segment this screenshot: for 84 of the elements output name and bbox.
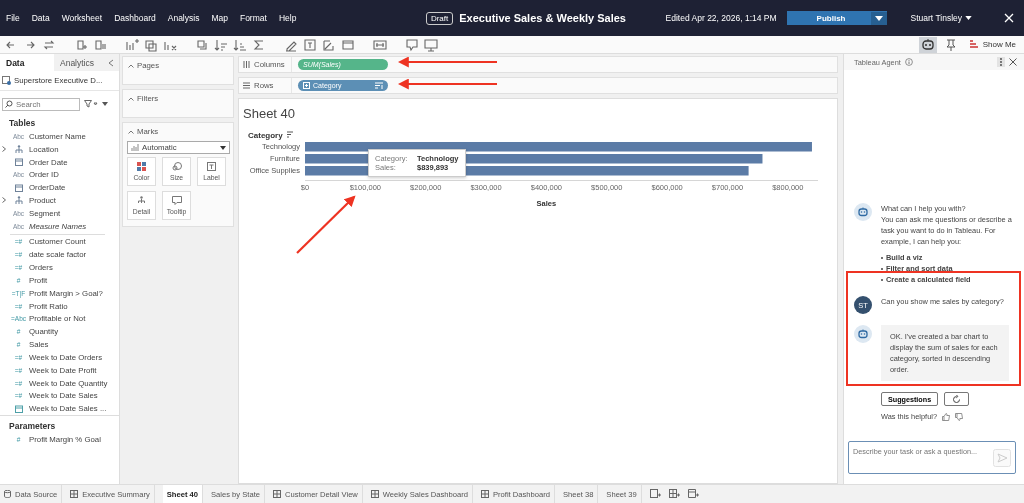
expand-icon[interactable]: [2, 146, 6, 153]
collapse-icon[interactable]: [128, 129, 134, 134]
chart-copy-icon[interactable]: [144, 37, 158, 52]
menu-item[interactable]: Worksheet: [61, 13, 103, 23]
info-icon[interactable]: [904, 58, 913, 66]
collapse-icon[interactable]: [108, 58, 114, 67]
bar-chart-icon: [968, 39, 979, 50]
hierarchy-icon: [14, 145, 23, 154]
edited-timestamp: Edited Apr 22, 2026, 1:14 PM: [665, 13, 777, 23]
menu-item[interactable]: Map: [211, 13, 228, 23]
show-me-button[interactable]: Show Me: [964, 39, 1020, 50]
pin-icon[interactable]: [944, 37, 957, 52]
menu-item[interactable]: Help: [278, 13, 297, 23]
collapse-icon[interactable]: [128, 63, 134, 68]
pencil-icon[interactable]: [322, 37, 336, 52]
chart-add-icon[interactable]: [125, 37, 139, 52]
publish-button[interactable]: Publish: [786, 11, 887, 25]
calendar-icon: [14, 183, 23, 192]
annotation-arrow: [296, 195, 356, 254]
filter-icon[interactable]: [84, 100, 98, 109]
hierarchy-icon: [137, 196, 146, 205]
robot-avatar-icon: [854, 325, 872, 343]
new-sheet-icon[interactable]: [649, 489, 661, 499]
caret-icon: [220, 145, 226, 150]
frame-icon[interactable]: [341, 37, 355, 52]
database-icon: [2, 75, 11, 85]
workbook-title: Executive Sales & Weekly Sales: [459, 12, 626, 24]
plus-box-icon: [303, 82, 310, 89]
refresh-button[interactable]: [944, 392, 970, 406]
collapse-icon[interactable]: [128, 96, 134, 101]
hierarchy-icon: [14, 196, 23, 205]
robot-avatar-icon: [854, 203, 872, 221]
text-box-icon: [207, 162, 216, 171]
pane-tab[interactable]: Data: [0, 54, 54, 71]
new-dashboard-icon[interactable]: [668, 489, 680, 499]
database-icon: [4, 490, 11, 498]
database-add-icon[interactable]: [74, 37, 88, 52]
draft-badge: Draft: [425, 11, 454, 25]
presentation-icon[interactable]: [424, 37, 438, 52]
thumbs-down-icon[interactable]: [955, 412, 963, 421]
sheet-title: Sheet 40: [243, 106, 297, 121]
text-box-icon[interactable]: [303, 37, 317, 52]
menu-item[interactable]: Dashboard: [114, 13, 156, 23]
refresh-icon: [952, 394, 962, 404]
color-dots-icon: [137, 162, 146, 171]
tooltip-icon[interactable]: [405, 37, 419, 52]
sort-descending-icon[interactable]: [233, 37, 247, 52]
user-menu[interactable]: Stuart Tinsley: [904, 12, 978, 24]
bar-chart-icon: [131, 144, 139, 151]
section-heading: Parameters: [8, 420, 57, 434]
sort-icon[interactable]: [286, 131, 294, 138]
speech-bubble-icon: [171, 196, 182, 205]
calendar-icon: [14, 158, 23, 166]
more-icon[interactable]: [997, 57, 1005, 67]
menu-item[interactable]: Format: [239, 13, 267, 23]
circles-icon: [171, 162, 182, 171]
rows-icon: [243, 82, 250, 89]
menu-item[interactable]: Data: [31, 13, 50, 23]
menu-item[interactable]: Analysis: [167, 13, 200, 23]
search-icon: [5, 100, 13, 109]
grid-icon: [370, 490, 379, 498]
caret-icon: [870, 11, 887, 25]
sigma-icon[interactable]: [252, 37, 266, 52]
sort-icon: [375, 82, 383, 89]
swap-axes-icon[interactable]: [195, 37, 209, 52]
columns-icon: [243, 61, 250, 68]
bar[interactable]: [305, 142, 812, 152]
grid-icon: [480, 490, 489, 498]
section-heading: Tables: [8, 116, 37, 130]
expand-icon[interactable]: [2, 197, 6, 204]
menu-item[interactable]: File: [6, 13, 20, 23]
grid-icon: [272, 490, 281, 498]
new-story-icon[interactable]: [687, 489, 699, 499]
robot-icon[interactable]: [918, 36, 937, 53]
fit-width-icon[interactable]: [373, 37, 387, 52]
grid-icon: [70, 490, 79, 498]
caret-icon[interactable]: [102, 102, 108, 107]
thumbs-up-icon[interactable]: [942, 412, 950, 421]
calendar-icon: [14, 404, 23, 413]
caret-icon: [965, 16, 972, 20]
axis-title: Category: [248, 131, 283, 140]
sort-ascending-icon[interactable]: [214, 37, 228, 52]
close-icon[interactable]: [1009, 58, 1017, 66]
database-pause-icon[interactable]: [93, 37, 107, 52]
